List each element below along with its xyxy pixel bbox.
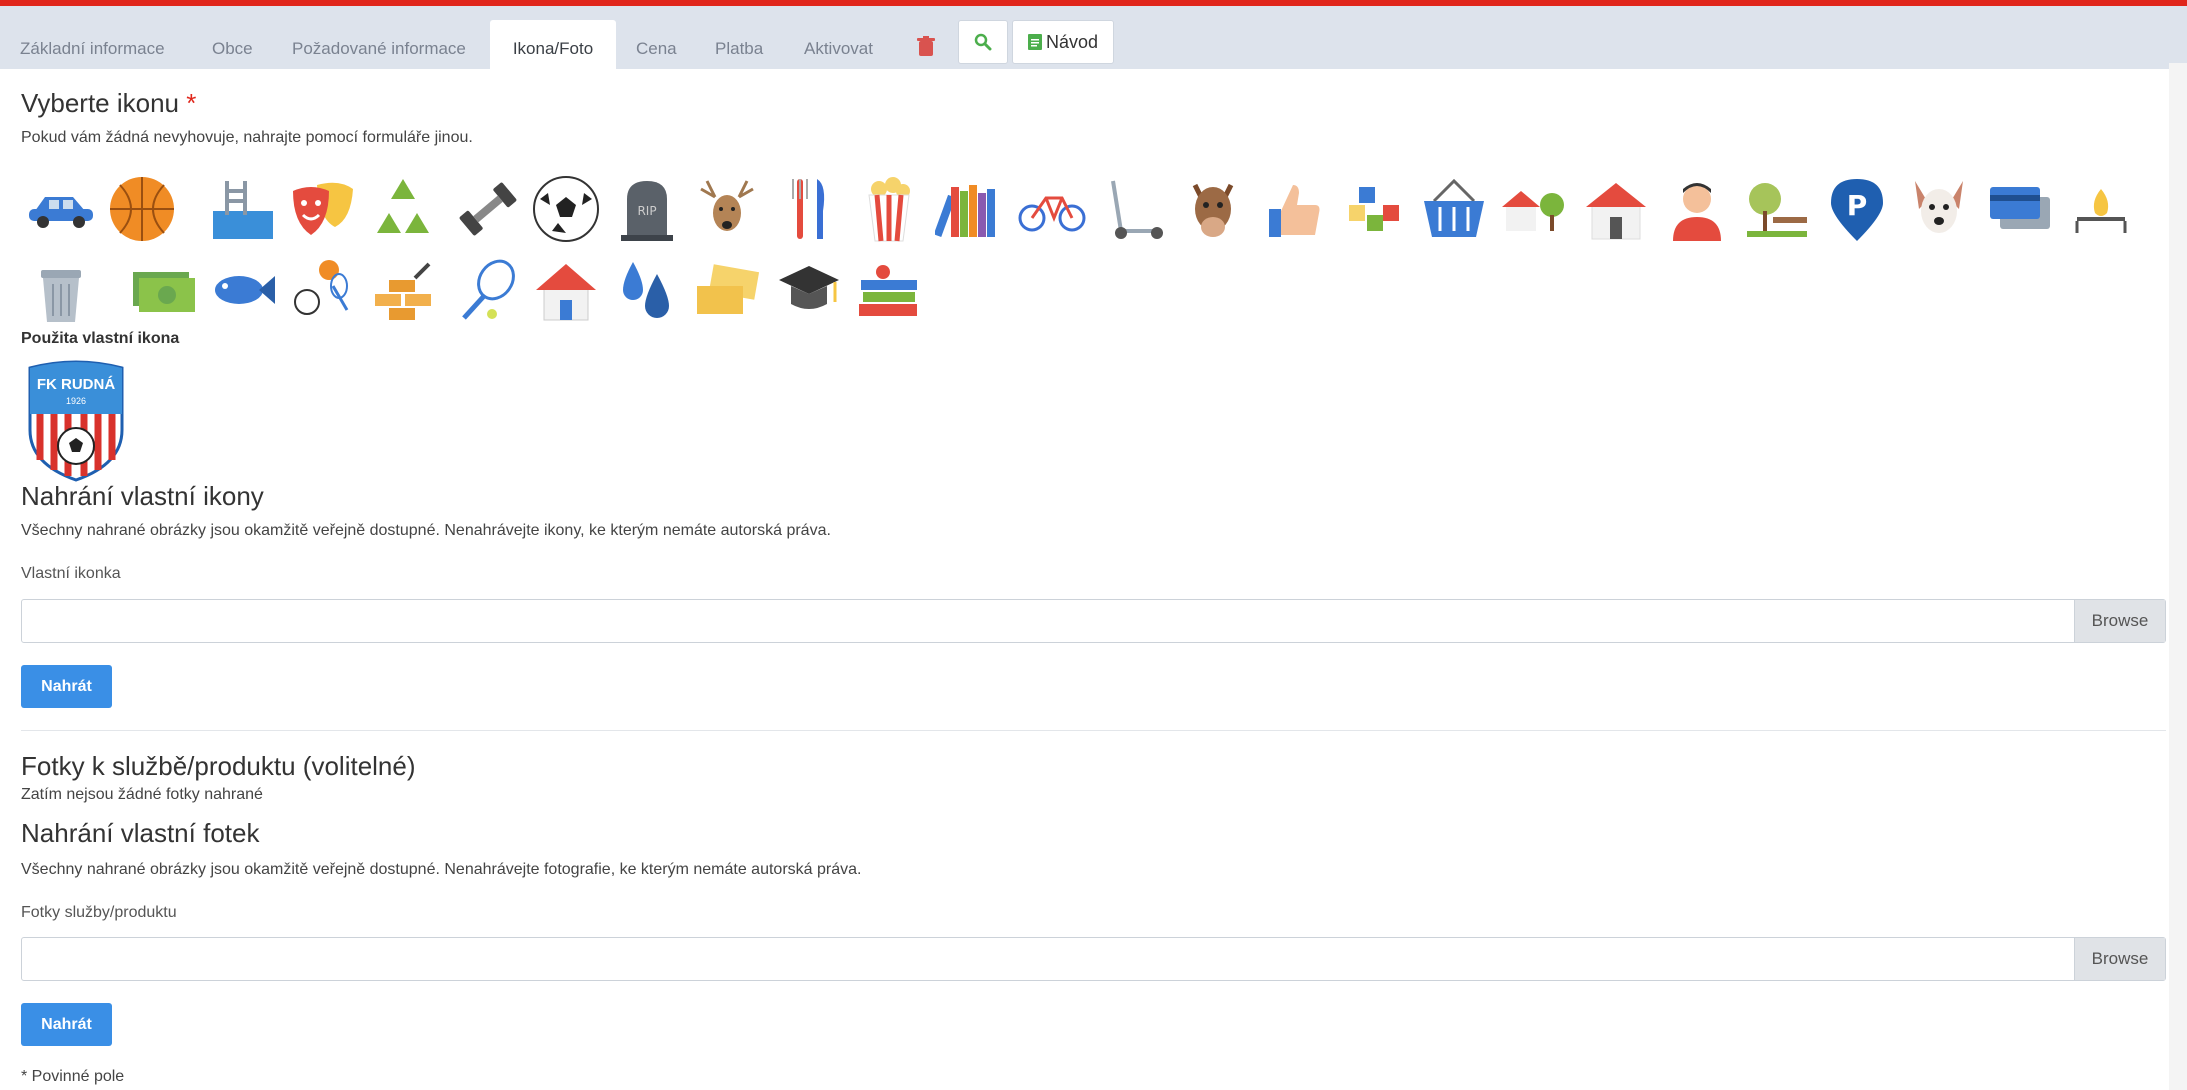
recycle-icon[interactable] [367,173,439,245]
parking-icon[interactable]: P [1821,173,1893,245]
bicycle-icon[interactable] [1016,173,1088,245]
upload-icon-heading: Nahrání vlastní ikony [21,481,264,511]
car-icon[interactable] [25,173,97,245]
upload-icon-button[interactable]: Nahrát [21,665,112,708]
tab-price[interactable]: Cena [616,20,697,69]
guide-button[interactable]: Návod [1012,20,1114,64]
theater-masks-icon[interactable] [287,173,359,245]
required-mark: * [186,88,197,118]
guide-button-label: Návod [1045,31,1099,52]
required-fields-note: * Povinné pole [21,1068,125,1085]
bricks-icon[interactable] [367,254,439,326]
tab-basic-info[interactable]: Základní informace [0,20,185,69]
scooter-icon[interactable] [1097,173,1169,245]
graduation-cap-icon[interactable] [773,254,845,326]
fish-icon[interactable] [207,254,279,326]
tickets-icon[interactable] [691,254,763,326]
money-icon[interactable] [127,254,199,326]
houses-icon[interactable] [1498,173,1570,245]
deer-icon[interactable] [691,173,763,245]
tab-activate[interactable]: Aktivovat [784,20,893,69]
tab-required-info[interactable]: Požadované informace [272,20,486,69]
upload-photos-button[interactable]: Nahrát [21,1003,112,1046]
upload-photos-note: Všechny nahrané obrázky jsou okamžitě ve… [21,861,862,878]
trash-bin-icon[interactable] [25,254,97,326]
upload-photos-heading: Nahrání vlastní fotek [21,818,260,848]
water-drops-icon[interactable] [611,254,683,326]
svg-text:RIP: RIP [637,204,656,218]
school-books-icon[interactable] [853,254,925,326]
photos-heading: Fotky k službě/produktu (volitelné) [21,751,416,781]
dumbbell-icon[interactable] [452,173,524,245]
club-logo-year: 1926 [65,396,87,406]
dog-icon[interactable] [1903,173,1975,245]
browse-button[interactable]: Browse [2074,938,2165,980]
browse-button[interactable]: Browse [2074,600,2165,642]
search-button[interactable] [958,20,1008,64]
tennis-racket-icon[interactable] [452,254,524,326]
tombstone-icon[interactable]: RIP [611,173,683,245]
icon-hint: Pokud vám žádná nevyhovuje, nahrajte pom… [21,129,473,146]
park-bench-icon[interactable] [1741,173,1813,245]
custom-icon-label: Použita vlastní ikona [21,330,180,347]
books-icon[interactable] [933,173,1005,245]
soccer-ball-icon[interactable] [530,173,602,245]
svg-text:P: P [1847,189,1868,222]
file-pdf-icon [1027,34,1042,50]
person-icon[interactable] [1661,173,1733,245]
photos-file-input[interactable]: Browse [21,937,2166,981]
house-icon[interactable] [1580,173,1652,245]
tab-payment[interactable]: Platba [695,20,783,69]
club-logo-name: FK RUDNÁ [36,376,116,393]
horse-icon[interactable] [1177,173,1249,245]
custom-club-logo: FK RUDNÁ 1926 [26,360,126,482]
swimming-pool-icon[interactable] [207,173,279,245]
gas-burner-icon[interactable] [2065,173,2137,245]
popcorn-icon[interactable] [853,173,925,245]
custom-icon-file-input[interactable]: Browse [21,599,2166,643]
cutlery-icon[interactable] [773,173,845,245]
trash-icon[interactable] [917,36,935,56]
sports-balls-icon[interactable] [287,254,359,326]
basketball-icon[interactable] [106,173,178,245]
section-divider [21,730,2166,731]
thumbs-up-icon[interactable] [1257,173,1329,245]
abc-blocks-icon[interactable] [1337,173,1409,245]
upload-icon-note: Všechny nahrané obrázky jsou okamžitě ve… [21,522,831,539]
scrollbar[interactable] [2169,63,2187,1090]
select-icon-heading: Vyberte ikonu * [21,88,197,118]
credit-card-icon[interactable] [1984,173,2056,245]
tab-icon-photo[interactable]: Ikona/Foto [490,20,616,69]
photos-field-label: Fotky služby/produktu [21,904,177,921]
search-icon [974,33,992,51]
basket-icon[interactable] [1418,173,1490,245]
tab-municipalities[interactable]: Obce [192,20,273,69]
tab-bar: Základní informace Obce Požadované infor… [0,6,2187,69]
custom-icon-field-label: Vlastní ikonka [21,565,121,582]
photos-empty-text: Zatím nejsou žádné fotky nahrané [21,786,263,803]
home-icon[interactable] [530,254,602,326]
